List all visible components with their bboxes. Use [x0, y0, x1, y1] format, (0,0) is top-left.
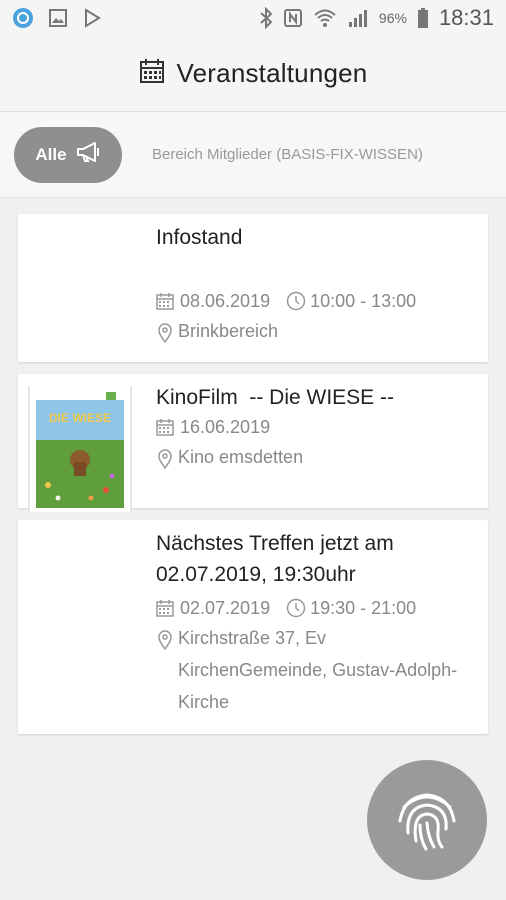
clock-icon — [286, 598, 306, 618]
battery-percent: 96% — [378, 10, 407, 26]
calendar-icon — [156, 418, 174, 436]
event-poster-image: DIE WIESE — [28, 386, 132, 512]
filter-chip-label: Alle — [35, 144, 67, 164]
event-thumbnail-area — [28, 528, 136, 722]
event-date: 16.06.2019 — [180, 417, 271, 437]
event-location-row: Kirchstraße 37, Ev KirchenGemeinde, Gust… — [156, 622, 474, 718]
event-card[interactable]: Nächstes Treffen jetzt am 02.07.2019, 19… — [18, 520, 488, 734]
event-list: Infostand 08.06.2019 10:00 - 13:00 Brink… — [18, 214, 488, 746]
event-info: Nächstes Treffen jetzt am 02.07.2019, 19… — [136, 528, 474, 722]
signal-icon — [347, 8, 369, 28]
event-title: Nächstes Treffen jetzt am 02.07.2019, 19… — [156, 532, 394, 586]
clock-icon — [286, 291, 306, 311]
event-location-row: Brinkbereich — [156, 315, 474, 353]
event-date-row: 02.07.2019 19:30 - 21:00 — [156, 596, 474, 620]
location-pin-icon — [156, 447, 174, 479]
event-info: KinoFilm -- Die WIESE -- 16.06.2019 Kino… — [136, 382, 474, 496]
image-notification-icon — [48, 8, 68, 28]
bluetooth-icon — [259, 7, 273, 29]
page-title: Veranstaltungen — [176, 58, 368, 88]
event-time-group: 19:30 - 21:00 — [286, 596, 416, 620]
event-card[interactable]: DIE WIESE KinoFilm -- Die WIESE -- 16.06… — [18, 374, 488, 512]
event-date: 02.07.2019 — [180, 598, 271, 618]
app-header: Veranstaltungen — [0, 36, 506, 112]
play-store-notification-icon — [82, 8, 102, 28]
battery-icon — [417, 7, 429, 29]
fingerprint-icon — [390, 781, 464, 860]
event-location: Kirchstraße 37, Ev KirchenGemeinde, Gust… — [178, 628, 458, 712]
status-bar-right: 96% 18:31 — [259, 5, 494, 31]
filter-chip-members[interactable]: Bereich Mitglieder (BASIS-FIX-WISSEN) — [152, 146, 423, 163]
fingerprint-button[interactable] — [367, 760, 487, 880]
event-location-row: Kino emsdetten — [156, 441, 474, 479]
calendar-icon — [156, 599, 174, 617]
calendar-icon — [139, 58, 165, 89]
event-thumbnail-area: DIE WIESE — [28, 382, 136, 512]
event-location: Brinkbereich — [178, 321, 279, 341]
event-time-group: 10:00 - 13:00 — [286, 289, 416, 313]
event-date-row: 16.06.2019 — [156, 415, 474, 439]
calendar-icon — [156, 292, 174, 310]
event-location: Kino emsdetten — [178, 447, 304, 467]
event-title: KinoFilm -- Die WIESE -- — [156, 386, 395, 409]
event-info: Infostand 08.06.2019 10:00 - 13:00 Brink… — [136, 222, 474, 350]
location-pin-icon — [156, 628, 174, 660]
wifi-icon — [313, 8, 337, 28]
event-time: 19:30 - 21:00 — [310, 598, 417, 618]
event-date-row: 08.06.2019 10:00 - 13:00 — [156, 289, 474, 313]
event-title: Infostand — [156, 226, 243, 249]
location-pin-icon — [156, 321, 174, 353]
event-thumbnail-area — [28, 222, 136, 350]
poster-title: DIE WIESE — [49, 411, 111, 425]
status-bar: 96% 18:31 — [0, 0, 506, 36]
nfc-icon — [283, 8, 303, 28]
event-date: 08.06.2019 — [180, 291, 271, 311]
app-notification-icon — [12, 7, 34, 29]
movie-poster-image: DIE WIESE — [36, 390, 124, 508]
megaphone-icon — [75, 141, 101, 168]
status-bar-left — [12, 7, 102, 29]
clock: 18:31 — [438, 5, 494, 30]
filter-chip-alle[interactable]: Alle — [14, 126, 122, 183]
event-time: 10:00 - 13:00 — [310, 291, 417, 311]
category-filter-bar: Alle Bereich Mitglieder (BASIS-FIX-WISSE… — [0, 112, 506, 198]
event-card[interactable]: Infostand 08.06.2019 10:00 - 13:00 Brink… — [18, 214, 488, 362]
